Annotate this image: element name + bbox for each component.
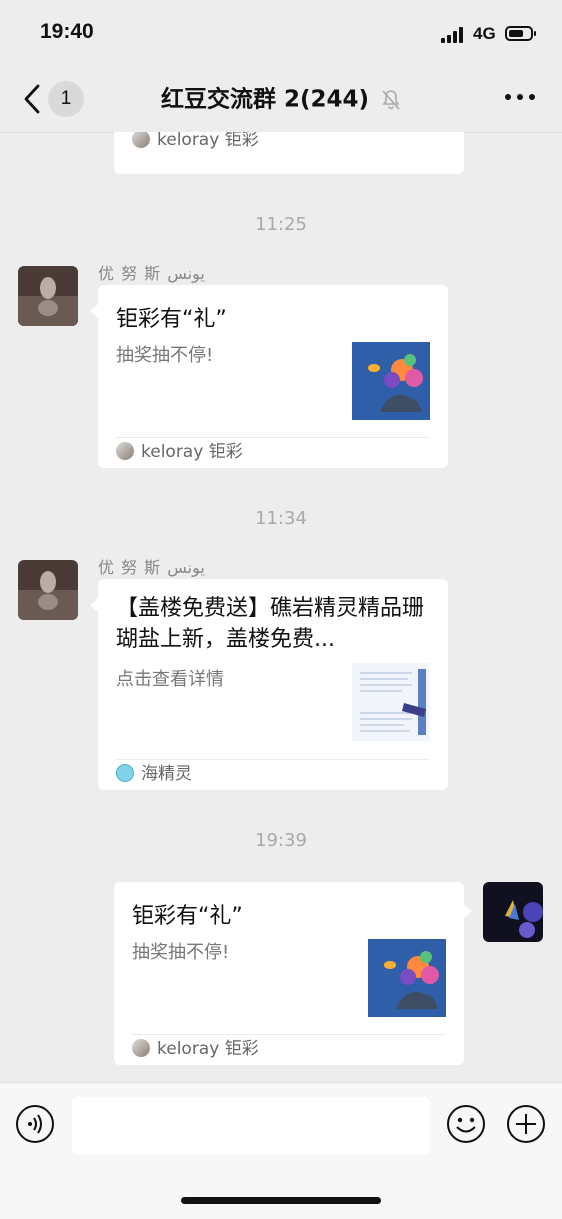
card-source: keloray 钜彩 [116, 438, 243, 466]
timestamp: 11:34 [255, 508, 307, 529]
home-indicator[interactable] [181, 1197, 381, 1204]
link-card[interactable]: 钜彩有“礼” 抽奖抽不停! keloray 钜彩 [98, 285, 448, 468]
avatar-image [483, 882, 543, 942]
signal-icon [441, 27, 465, 43]
mute-bell-icon [382, 89, 400, 110]
unread-count-badge[interactable]: 1 [48, 81, 84, 117]
card-title: 钜彩有“礼” [132, 904, 243, 929]
card-description: 点击查看详情 [116, 669, 224, 690]
my-avatar[interactable] [483, 882, 543, 942]
partial-link-card[interactable]: keloray 钜彩 [114, 132, 464, 174]
status-bar: 19:40 4G [0, 0, 562, 66]
card-title: 【盖楼免费送】礁岩精灵精品珊瑚盐上新，盖楼免费... [116, 596, 425, 652]
network-type: 4G [473, 24, 496, 43]
battery-fill [509, 30, 523, 37]
card-source: keloray 钜彩 [132, 1035, 259, 1063]
sender-avatar[interactable] [18, 560, 78, 620]
voice-input-icon[interactable] [15, 1104, 55, 1144]
keloray-logo-icon [132, 1038, 150, 1057]
message-list[interactable]: keloray 钜彩 11:25 优 努 斯 يونس 钜彩有“礼” 抽奖抽不停… [0, 132, 562, 1082]
avatar-image [18, 560, 78, 620]
card-description: 抽奖抽不停! [116, 345, 214, 366]
timestamp: 19:39 [255, 830, 307, 851]
bubble-tail [464, 904, 472, 918]
card-source: keloray 钜彩 [132, 132, 259, 154]
back-arrow-icon[interactable] [18, 80, 48, 118]
emoji-icon[interactable] [446, 1104, 486, 1144]
bubble-tail [90, 598, 98, 612]
sender-name: 优 努 斯 يونس [98, 558, 205, 577]
link-card[interactable]: 【盖楼免费送】礁岩精灵精品珊瑚盐上新，盖楼免费... 点击查看详情 海精灵 [98, 579, 448, 790]
salt-product-thumbnail [352, 663, 430, 741]
timestamp: 11:25 [255, 214, 307, 235]
card-source: 海精灵 [116, 760, 192, 788]
message-input[interactable] [72, 1097, 430, 1155]
sender-name: 优 努 斯 يونس [98, 264, 205, 283]
bubble-tail [90, 304, 98, 318]
battery-icon [505, 26, 536, 41]
chat-title-text: 红豆交流群 2(244) [160, 86, 370, 113]
link-card[interactable]: 钜彩有“礼” 抽奖抽不停! keloray 钜彩 [114, 882, 464, 1065]
sender-avatar[interactable] [18, 266, 78, 326]
card-title: 钜彩有“礼” [116, 307, 227, 332]
coral-reef-thumbnail [352, 342, 430, 420]
chat-title: 红豆交流群 2(244) [0, 66, 562, 132]
status-time: 19:40 [40, 20, 94, 43]
chat-header: 红豆交流群 2(244) 1 [0, 66, 562, 133]
sea-spirit-logo-icon [116, 763, 134, 782]
keloray-logo-icon [132, 132, 150, 148]
more-options-icon[interactable] [505, 94, 537, 104]
card-description: 抽奖抽不停! [132, 942, 230, 963]
avatar-image [18, 266, 78, 326]
coral-reef-thumbnail [368, 939, 446, 1017]
input-bar [0, 1082, 562, 1219]
plus-icon[interactable] [506, 1104, 546, 1144]
keloray-logo-icon [116, 441, 134, 460]
